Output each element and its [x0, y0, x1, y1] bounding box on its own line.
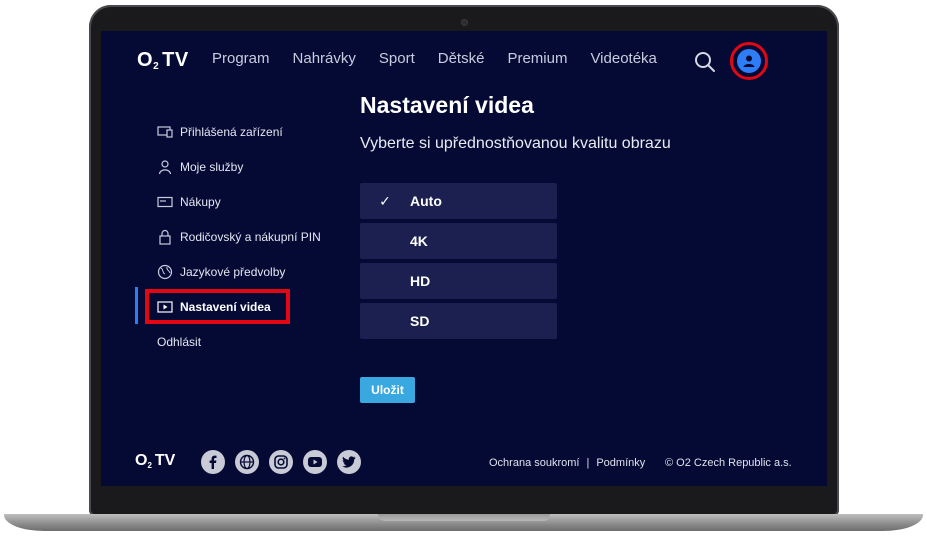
- copyright: © O2 Czech Republic a.s.: [665, 457, 792, 469]
- globe-icon[interactable]: [235, 450, 259, 474]
- twitter-icon[interactable]: [337, 450, 361, 474]
- lock-icon: [159, 229, 171, 245]
- footer-logo[interactable]: O2 TV: [135, 452, 175, 470]
- footer-links: Ochrana soukromí | Podmínky: [489, 457, 645, 469]
- sidebar-item-language[interactable]: Jazykové předvolby: [157, 261, 285, 283]
- sidebar-item-services[interactable]: Moje služby: [157, 156, 243, 178]
- youtube-icon[interactable]: [303, 450, 327, 474]
- sidebar-item-logout[interactable]: Odhlásit: [157, 331, 201, 353]
- sidebar-item-purchases[interactable]: Nákupy: [157, 191, 221, 213]
- nav-premium[interactable]: Premium: [507, 50, 567, 67]
- quality-option-auto[interactable]: ✓ Auto: [360, 183, 557, 219]
- terms-link[interactable]: Podmínky: [596, 457, 645, 469]
- check-icon: ✓: [379, 192, 391, 209]
- nav-detske[interactable]: Dětské: [438, 50, 485, 67]
- laptop-notch: [378, 514, 550, 521]
- main-nav: Program Nahrávky Sport Dětské Premium Vi…: [212, 50, 657, 67]
- footer-separator: |: [586, 457, 590, 469]
- devices-icon: [157, 126, 173, 138]
- quality-option-sd[interactable]: SD: [360, 303, 557, 339]
- quality-option-4k[interactable]: 4K: [360, 223, 557, 259]
- privacy-link[interactable]: Ochrana soukromí: [489, 457, 579, 469]
- page-title: Nastavení videa: [360, 92, 534, 118]
- social-links: [201, 450, 361, 474]
- person-icon: [158, 160, 172, 175]
- sidebar-item-devices[interactable]: Přihlášená zařízení: [157, 121, 283, 143]
- active-indicator: [135, 287, 138, 324]
- quality-option-hd[interactable]: HD: [360, 263, 557, 299]
- sidebar-item-video-settings[interactable]: Nastavení videa: [157, 296, 271, 318]
- search-icon[interactable]: [694, 51, 716, 73]
- o2tv-logo[interactable]: O2 TV: [137, 49, 189, 72]
- page-subtitle: Vyberte si upřednostňovanou kvalitu obra…: [360, 135, 671, 152]
- sidebar-item-pin[interactable]: Rodičovský a nákupní PIN: [157, 226, 321, 248]
- user-profile-icon: [737, 49, 761, 73]
- card-icon: [157, 196, 173, 208]
- instagram-icon[interactable]: [269, 450, 293, 474]
- facebook-icon[interactable]: [201, 450, 225, 474]
- nav-program[interactable]: Program: [212, 50, 270, 67]
- nav-sport[interactable]: Sport: [379, 50, 415, 67]
- play-icon: [157, 301, 173, 313]
- nav-videoteka[interactable]: Videotéka: [590, 50, 656, 67]
- profile-button[interactable]: [730, 42, 768, 80]
- save-button[interactable]: Uložit: [360, 377, 415, 403]
- nav-nahravky[interactable]: Nahrávky: [293, 50, 356, 67]
- globe-icon: [157, 264, 173, 280]
- screen: O2 TV Program Nahrávky Sport Dětské Premi…: [101, 31, 827, 486]
- camera: [461, 19, 468, 26]
